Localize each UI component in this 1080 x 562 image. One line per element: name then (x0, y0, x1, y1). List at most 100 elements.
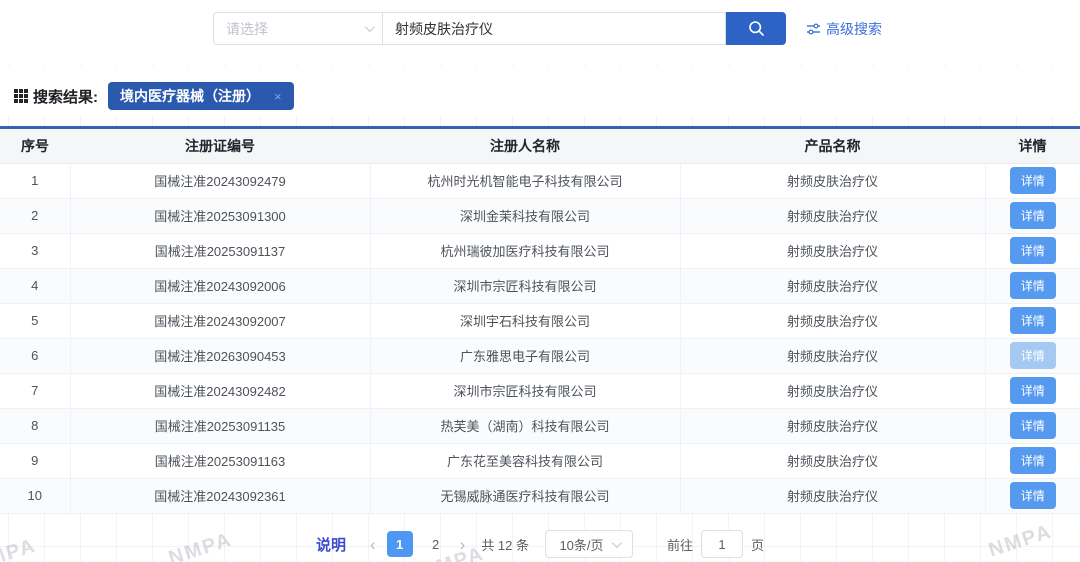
cell-cert-number: 国械注准20253091300 (70, 198, 370, 233)
cell-product: 射频皮肤治疗仪 (680, 408, 985, 443)
cell-product: 射频皮肤治疗仪 (680, 233, 985, 268)
chevron-left-icon[interactable]: ‹ (364, 536, 382, 553)
cell-registrant: 无锡威脉通医疗科技有限公司 (370, 478, 680, 513)
cell-index: 4 (0, 268, 70, 303)
table-row: 3 国械注准20253091137 杭州瑞彼加医疗科技有限公司 射频皮肤治疗仪 … (0, 233, 1080, 268)
advanced-search-label: 高级搜索 (826, 19, 882, 39)
result-type-tag[interactable]: 境内医疗器械（注册） × (108, 82, 294, 110)
cell-index: 10 (0, 478, 70, 513)
header-cert-number: 注册证编号 (70, 129, 370, 163)
detail-button[interactable]: 详情 (1010, 237, 1056, 264)
table-row: 10 国械注准20243092361 无锡威脉通医疗科技有限公司 射频皮肤治疗仪… (0, 478, 1080, 513)
cell-index: 7 (0, 373, 70, 408)
table-row: 7 国械注准20243092482 深圳市宗匠科技有限公司 射频皮肤治疗仪 详情 (0, 373, 1080, 408)
goto-suffix-label: 页 (751, 535, 764, 554)
cell-registrant: 广东花至美容科技有限公司 (370, 443, 680, 478)
cell-cert-number: 国械注准20263090453 (70, 338, 370, 373)
note-link[interactable]: 说明 (316, 534, 346, 555)
page-button-2[interactable]: 2 (423, 531, 449, 557)
cell-cert-number: 国械注准20253091137 (70, 233, 370, 268)
table-row: 1 国械注准20243092479 杭州时光机智能电子科技有限公司 射频皮肤治疗… (0, 163, 1080, 198)
cell-detail: 详情 (985, 373, 1080, 408)
detail-button[interactable]: 详情 (1010, 447, 1056, 474)
cell-detail: 详情 (985, 303, 1080, 338)
table-row: 8 国械注准20253091135 热芙美（湖南）科技有限公司 射频皮肤治疗仪 … (0, 408, 1080, 443)
detail-button[interactable]: 详情 (1010, 272, 1056, 299)
cell-detail: 详情 (985, 408, 1080, 443)
pagination-bar: 说明 ‹ 1 2 › 共 12 条 10条/页 前往 页 (0, 529, 1080, 559)
page-size-value: 10条/页 (559, 535, 603, 554)
detail-button[interactable]: 详情 (1010, 307, 1056, 334)
goto-page-input[interactable] (701, 530, 743, 558)
cell-registrant: 杭州瑞彼加医疗科技有限公司 (370, 233, 680, 268)
detail-button[interactable]: 详情 (1010, 167, 1056, 194)
cell-product: 射频皮肤治疗仪 (680, 443, 985, 478)
page-size-select[interactable]: 10条/页 (545, 530, 633, 558)
page-button-1[interactable]: 1 (387, 531, 413, 557)
cell-registrant: 广东雅思电子有限公司 (370, 338, 680, 373)
cell-product: 射频皮肤治疗仪 (680, 338, 985, 373)
total-count-label: 共 12 条 (481, 535, 529, 554)
cell-index: 3 (0, 233, 70, 268)
table-body: 1 国械注准20243092479 杭州时光机智能电子科技有限公司 射频皮肤治疗… (0, 163, 1080, 513)
table-row: 5 国械注准20243092007 深圳宇石科技有限公司 射频皮肤治疗仪 详情 (0, 303, 1080, 338)
close-icon[interactable]: × (274, 89, 282, 104)
cell-detail: 详情 (985, 233, 1080, 268)
cell-product: 射频皮肤治疗仪 (680, 373, 985, 408)
cell-product: 射频皮肤治疗仪 (680, 303, 985, 338)
cell-registrant: 深圳金茉科技有限公司 (370, 198, 680, 233)
table-row: 4 国械注准20243092006 深圳市宗匠科技有限公司 射频皮肤治疗仪 详情 (0, 268, 1080, 303)
cell-cert-number: 国械注准20243092007 (70, 303, 370, 338)
result-type-tag-label: 境内医疗器械（注册） (120, 86, 260, 106)
table-row: 6 国械注准20263090453 广东雅思电子有限公司 射频皮肤治疗仪 详情 (0, 338, 1080, 373)
category-select-placeholder: 请选择 (226, 19, 268, 39)
cell-cert-number: 国械注准20243092482 (70, 373, 370, 408)
table-header-row: 序号 注册证编号 注册人名称 产品名称 详情 (0, 129, 1080, 163)
detail-button[interactable]: 详情 (1010, 377, 1056, 404)
results-label: 搜索结果: (33, 86, 98, 107)
cell-product: 射频皮肤治疗仪 (680, 268, 985, 303)
cell-detail: 详情 (985, 198, 1080, 233)
header-product: 产品名称 (680, 129, 985, 163)
cell-product: 射频皮肤治疗仪 (680, 163, 985, 198)
cell-product: 射频皮肤治疗仪 (680, 478, 985, 513)
cell-index: 5 (0, 303, 70, 338)
detail-button[interactable]: 详情 (1010, 482, 1056, 509)
table-row: 2 国械注准20253091300 深圳金茉科技有限公司 射频皮肤治疗仪 详情 (0, 198, 1080, 233)
detail-button[interactable]: 详情 (1010, 202, 1056, 229)
cell-index: 8 (0, 408, 70, 443)
cell-registrant: 热芙美（湖南）科技有限公司 (370, 408, 680, 443)
nmpa-search-results-page: 请选择 高级搜索 (0, 0, 1080, 562)
cell-cert-number: 国械注准20253091135 (70, 408, 370, 443)
chevron-down-icon (611, 538, 621, 548)
cell-cert-number: 国械注准20253091163 (70, 443, 370, 478)
search-bar: 请选择 高级搜索 (213, 12, 882, 45)
cell-registrant: 深圳市宗匠科技有限公司 (370, 268, 680, 303)
cell-registrant: 深圳宇石科技有限公司 (370, 303, 680, 338)
detail-button[interactable]: 详情 (1010, 412, 1056, 439)
grid-icon (14, 89, 28, 103)
search-button[interactable] (726, 12, 786, 45)
cell-cert-number: 国械注准20243092479 (70, 163, 370, 198)
results-table: 序号 注册证编号 注册人名称 产品名称 详情 1 国械注准20243092479… (0, 129, 1080, 514)
cell-cert-number: 国械注准20243092006 (70, 268, 370, 303)
header-registrant: 注册人名称 (370, 129, 680, 163)
cell-detail: 详情 (985, 268, 1080, 303)
cell-detail: 详情 (985, 338, 1080, 373)
cell-detail: 详情 (985, 443, 1080, 478)
category-select[interactable]: 请选择 (213, 12, 383, 45)
cell-detail: 详情 (985, 163, 1080, 198)
advanced-search-link[interactable]: 高级搜索 (806, 12, 882, 45)
cell-index: 2 (0, 198, 70, 233)
cell-cert-number: 国械注准20243092361 (70, 478, 370, 513)
cell-index: 6 (0, 338, 70, 373)
cell-index: 9 (0, 443, 70, 478)
cell-detail: 详情 (985, 478, 1080, 513)
chevron-right-icon[interactable]: › (454, 536, 472, 553)
sliders-icon (806, 22, 821, 36)
detail-button[interactable]: 详情 (1010, 342, 1056, 369)
search-icon (748, 20, 765, 37)
search-input[interactable] (382, 12, 726, 45)
header-detail: 详情 (985, 129, 1080, 163)
goto-prefix-label: 前往 (667, 535, 693, 554)
